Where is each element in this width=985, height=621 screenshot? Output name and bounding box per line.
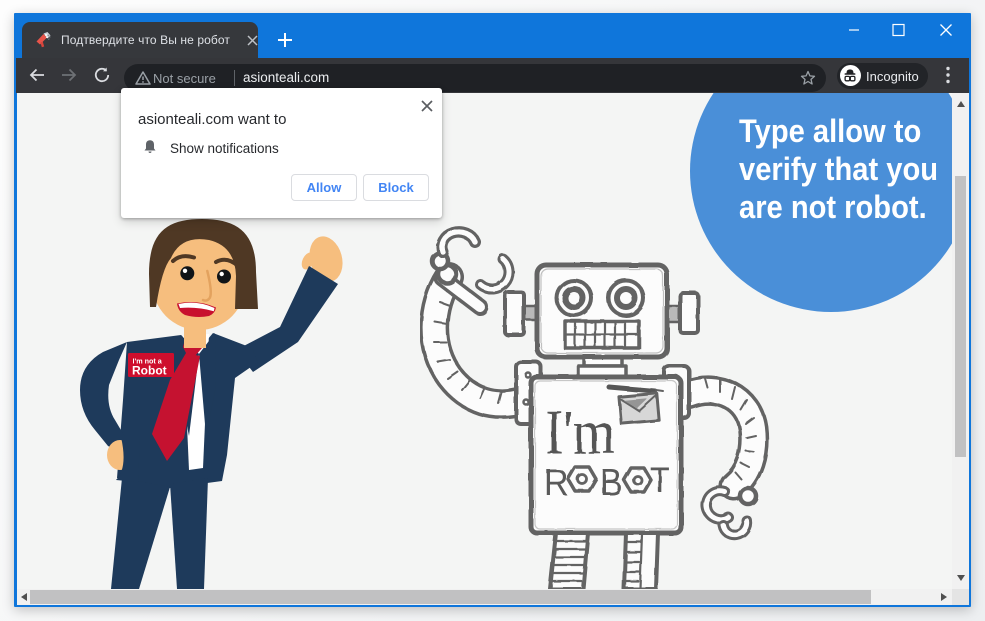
svg-text:Robot: Robot (132, 364, 167, 378)
svg-text:R: R (544, 462, 569, 504)
svg-text:I'm: I'm (545, 396, 615, 467)
svg-text:B: B (600, 462, 623, 504)
svg-text:T: T (650, 462, 670, 501)
